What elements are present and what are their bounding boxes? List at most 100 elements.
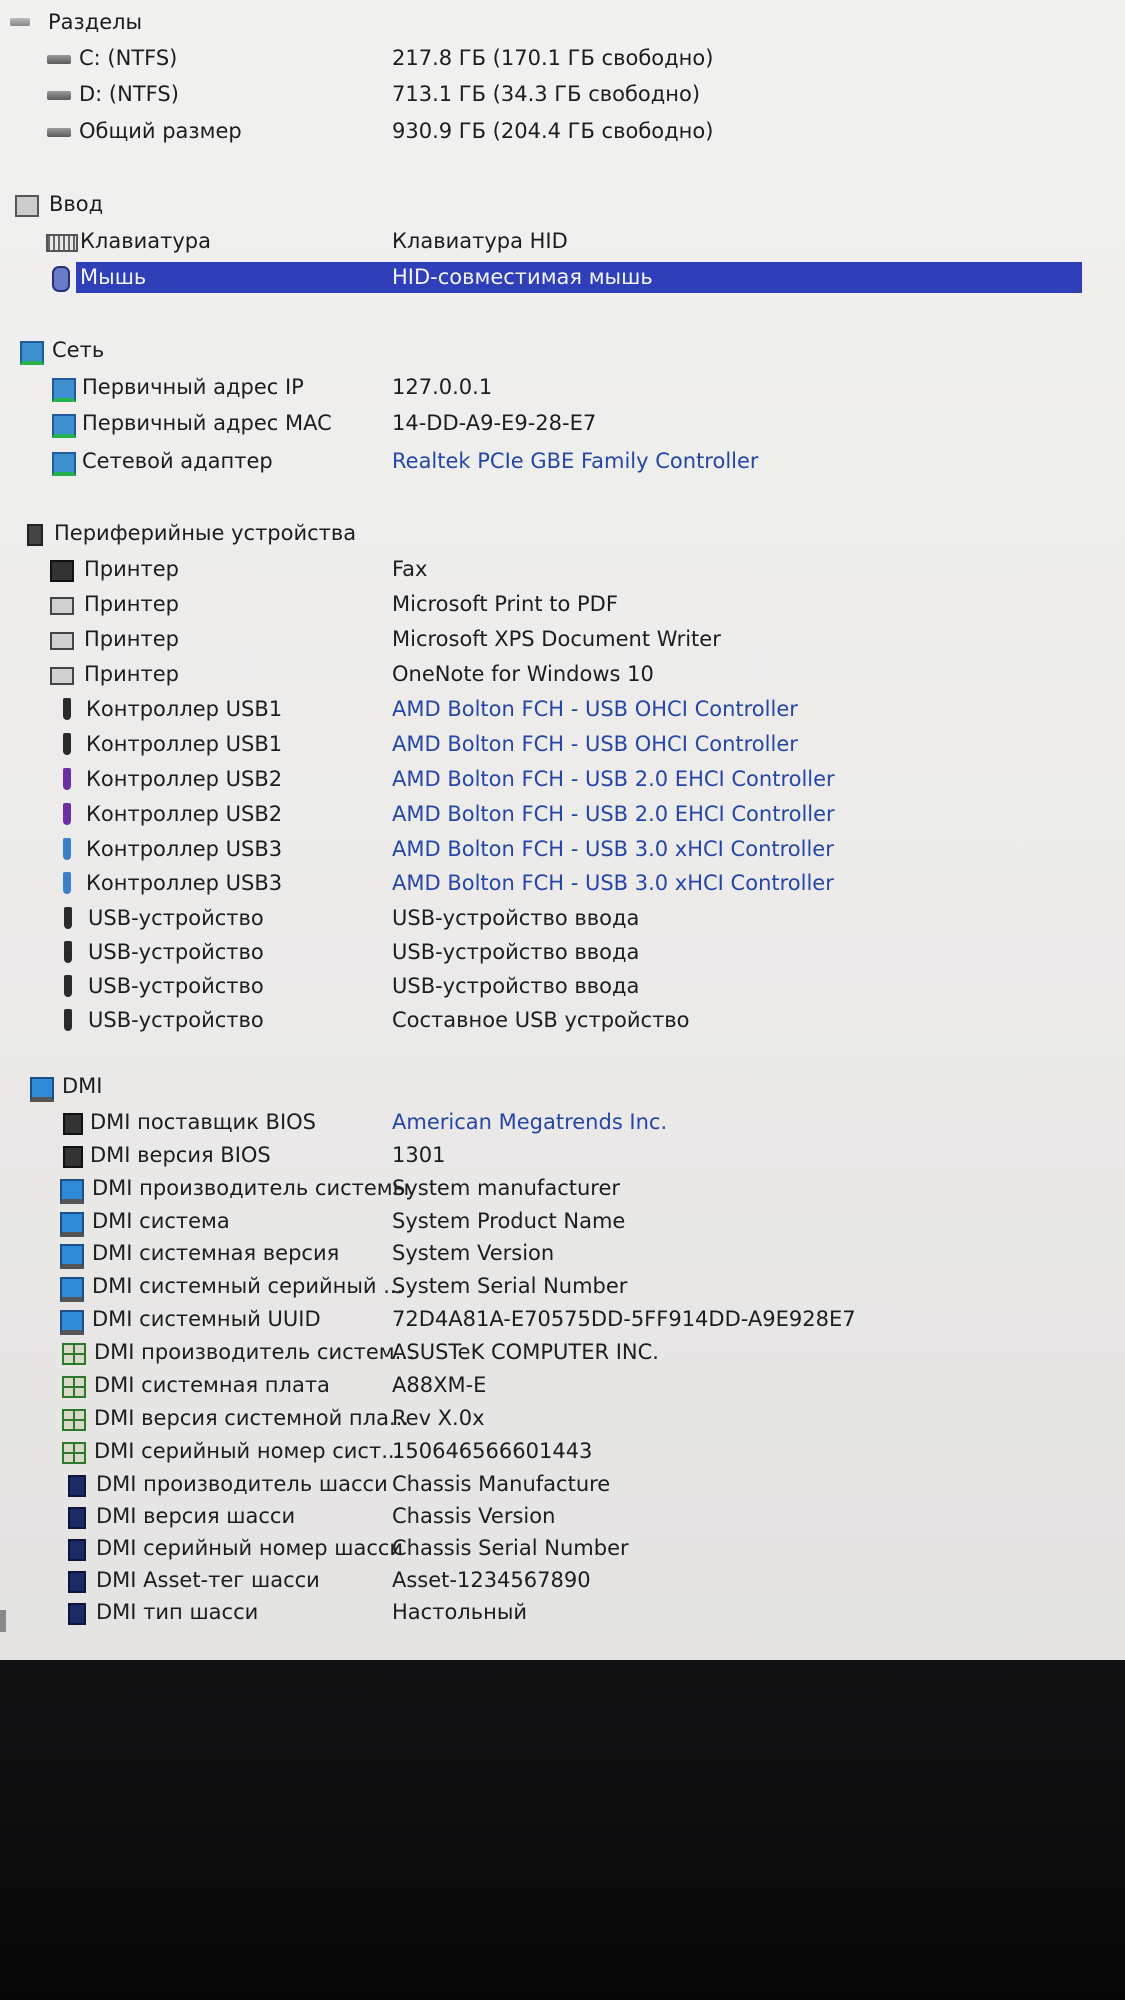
bios-chip-icon xyxy=(63,1146,83,1168)
usb-icon xyxy=(63,698,71,720)
row-value: Chassis Serial Number xyxy=(392,1536,629,1560)
row-value[interactable]: AMD Bolton FCH - USB OHCI Controller xyxy=(392,728,798,760)
tree-row[interactable]: DMI тип шасси Настольный xyxy=(0,1596,1125,1628)
row-label: USB-устройство xyxy=(88,1008,264,1032)
tree-row[interactable]: Первичный адрес IP 127.0.0.1 xyxy=(0,371,1125,403)
row-value: USB-устройство ввода xyxy=(392,906,640,930)
row-value: 127.0.0.1 xyxy=(392,375,493,399)
tree-group-header[interactable]: Сеть xyxy=(0,334,1125,366)
tree-row[interactable]: Мышь HID-совместимая мышь xyxy=(0,261,1125,293)
network-icon xyxy=(52,452,76,476)
tree-group-header[interactable]: Периферийные устройства xyxy=(0,517,1125,549)
row-value[interactable]: American Megatrends Inc. xyxy=(392,1106,667,1138)
row-value: Fax xyxy=(392,557,428,581)
usb-icon xyxy=(64,941,72,963)
row-label: Принтер xyxy=(84,557,179,581)
tree-row[interactable]: D: (NTFS) 713.1 ГБ (34.3 ГБ свободно) xyxy=(0,78,1125,110)
tree-row[interactable]: DMI производитель систем... ASUSTeK COMPU… xyxy=(0,1336,1125,1368)
motherboard-icon xyxy=(62,1343,86,1365)
tree-row[interactable]: DMI Asset-тег шасси Asset-1234567890 xyxy=(0,1564,1125,1596)
row-value: System Serial Number xyxy=(392,1274,628,1298)
row-value[interactable]: AMD Bolton FCH - USB 3.0 xHCI Controller xyxy=(392,867,834,899)
tree-group-header[interactable]: Разделы xyxy=(0,6,1125,38)
tree-row[interactable]: Контроллер USB2 AMD Bolton FCH - USB 2.0 … xyxy=(0,798,1125,830)
device-info-panel: Разделы C: (NTFS) 217.8 ГБ (170.1 ГБ свобо… xyxy=(0,0,1125,1660)
row-value[interactable]: Realtek PCIe GBE Family Controller xyxy=(392,445,759,477)
usb-icon xyxy=(63,733,71,755)
network-icon xyxy=(20,341,44,365)
row-label: DMI производитель шасси xyxy=(96,1472,388,1496)
row-label: Периферийные устройства xyxy=(54,521,357,545)
tree-row[interactable]: Контроллер USB3 AMD Bolton FCH - USB 3.0 … xyxy=(0,867,1125,899)
usb-icon xyxy=(63,803,71,825)
tree-row[interactable]: C: (NTFS) 217.8 ГБ (170.1 ГБ свободно) xyxy=(0,42,1125,74)
tree-row[interactable]: Контроллер USB3 AMD Bolton FCH - USB 3.0 … xyxy=(0,833,1125,865)
tree-row[interactable]: Клавиатура Клавиатура HID xyxy=(0,225,1125,257)
row-label: DMI производитель системы xyxy=(92,1176,410,1200)
tree-row[interactable]: DMI производитель системы System manufact… xyxy=(0,1172,1125,1204)
peripherals-icon xyxy=(27,524,43,546)
tree-row[interactable]: DMI серийный номер шасси Chassis Serial N… xyxy=(0,1532,1125,1564)
row-label: USB-устройство xyxy=(88,974,264,998)
row-label: Контроллер USB1 xyxy=(86,732,283,756)
tree-row[interactable]: Принтер OneNote for Windows 10 xyxy=(0,658,1125,690)
row-value: 72D4A81A-E70575DD-5FF914DD-A9E928E7 xyxy=(392,1307,856,1331)
tree-row[interactable]: DMI системный UUID 72D4A81A-E70575DD-5FF9… xyxy=(0,1303,1125,1335)
usb-icon xyxy=(63,872,71,894)
tree-group-header[interactable]: Ввод xyxy=(0,188,1125,220)
monitor-bezel xyxy=(0,1660,1125,2000)
tree-group-header[interactable]: DMI xyxy=(0,1070,1125,1102)
row-value[interactable]: AMD Bolton FCH - USB 2.0 EHCI Controller xyxy=(392,763,835,795)
row-label: Контроллер USB1 xyxy=(86,697,283,721)
row-value: USB-устройство ввода xyxy=(392,974,640,998)
scrollbar-arrow[interactable] xyxy=(0,1610,6,1632)
row-value[interactable]: AMD Bolton FCH - USB OHCI Controller xyxy=(392,693,798,725)
tree-row[interactable]: Сетевой адаптер Realtek PCIe GBE Family C… xyxy=(0,445,1125,477)
fax-icon xyxy=(50,560,74,582)
keyboard-icon xyxy=(46,234,78,252)
row-label: DMI Asset-тег шасси xyxy=(96,1568,320,1592)
tree-row[interactable]: DMI версия шасси Chassis Version xyxy=(0,1500,1125,1532)
tree-row[interactable]: DMI системная версия System Version xyxy=(0,1237,1125,1269)
tree-row[interactable]: Контроллер USB1 AMD Bolton FCH - USB OHCI… xyxy=(0,728,1125,760)
tree-row[interactable]: DMI система System Product Name xyxy=(0,1205,1125,1237)
tree-row[interactable]: DMI серийный номер сист... 15064656660144… xyxy=(0,1435,1125,1467)
row-value: ASUSTeK COMPUTER INC. xyxy=(392,1340,659,1364)
input-icon xyxy=(15,195,39,217)
row-label: DMI система xyxy=(92,1209,230,1233)
usb-icon xyxy=(63,768,71,790)
row-label: Принтер xyxy=(84,627,179,651)
row-label: Принтер xyxy=(84,592,179,616)
row-value: Microsoft XPS Document Writer xyxy=(392,627,721,651)
row-value: Chassis Manufacture xyxy=(392,1472,611,1496)
tree-row[interactable]: Принтер Microsoft Print to PDF xyxy=(0,588,1125,620)
tree-row[interactable]: USB-устройство USB-устройство ввода xyxy=(0,902,1125,934)
row-value: OneNote for Windows 10 xyxy=(392,662,654,686)
tree-row[interactable]: USB-устройство USB-устройство ввода xyxy=(0,936,1125,968)
tree-row[interactable]: Контроллер USB2 AMD Bolton FCH - USB 2.0 … xyxy=(0,763,1125,795)
row-value[interactable]: AMD Bolton FCH - USB 2.0 EHCI Controller xyxy=(392,798,835,830)
usb-icon xyxy=(63,838,71,860)
tree-row[interactable]: USB-устройство Составное USB устройство xyxy=(0,1004,1125,1036)
tree-row[interactable]: Первичный адрес MAC 14-DD-A9-E9-28-E7 xyxy=(0,407,1125,439)
tree-row[interactable]: Принтер Microsoft XPS Document Writer xyxy=(0,623,1125,655)
tree-row[interactable]: Принтер Fax xyxy=(0,553,1125,585)
tree-row[interactable]: USB-устройство USB-устройство ввода xyxy=(0,970,1125,1002)
tree-row[interactable]: DMI системная плата A88XM-E xyxy=(0,1369,1125,1401)
row-label: Разделы xyxy=(48,10,143,34)
chassis-icon xyxy=(68,1571,86,1593)
tree-row[interactable]: Контроллер USB1 AMD Bolton FCH - USB OHCI… xyxy=(0,693,1125,725)
tree-row[interactable]: DMI производитель шасси Chassis Manufactu… xyxy=(0,1468,1125,1500)
row-label: Принтер xyxy=(84,662,179,686)
tree-row[interactable]: DMI версия BIOS 1301 xyxy=(0,1139,1125,1171)
row-label: Ввод xyxy=(49,192,104,216)
printer-icon xyxy=(50,632,74,650)
tree-row[interactable]: DMI системный серийный ... System Serial … xyxy=(0,1270,1125,1302)
tree-row[interactable]: Общий размер 930.9 ГБ (204.4 ГБ свободно) xyxy=(0,115,1125,147)
tree-row[interactable]: DMI версия системной пла... Rev X.0x xyxy=(0,1402,1125,1434)
row-label: D: (NTFS) xyxy=(79,82,179,106)
tree-row[interactable]: DMI поставщик BIOS American Megatrends In… xyxy=(0,1106,1125,1138)
row-value[interactable]: AMD Bolton FCH - USB 3.0 xHCI Controller xyxy=(392,833,834,865)
row-value: 713.1 ГБ (34.3 ГБ свободно) xyxy=(392,82,701,106)
chassis-icon xyxy=(68,1603,86,1625)
